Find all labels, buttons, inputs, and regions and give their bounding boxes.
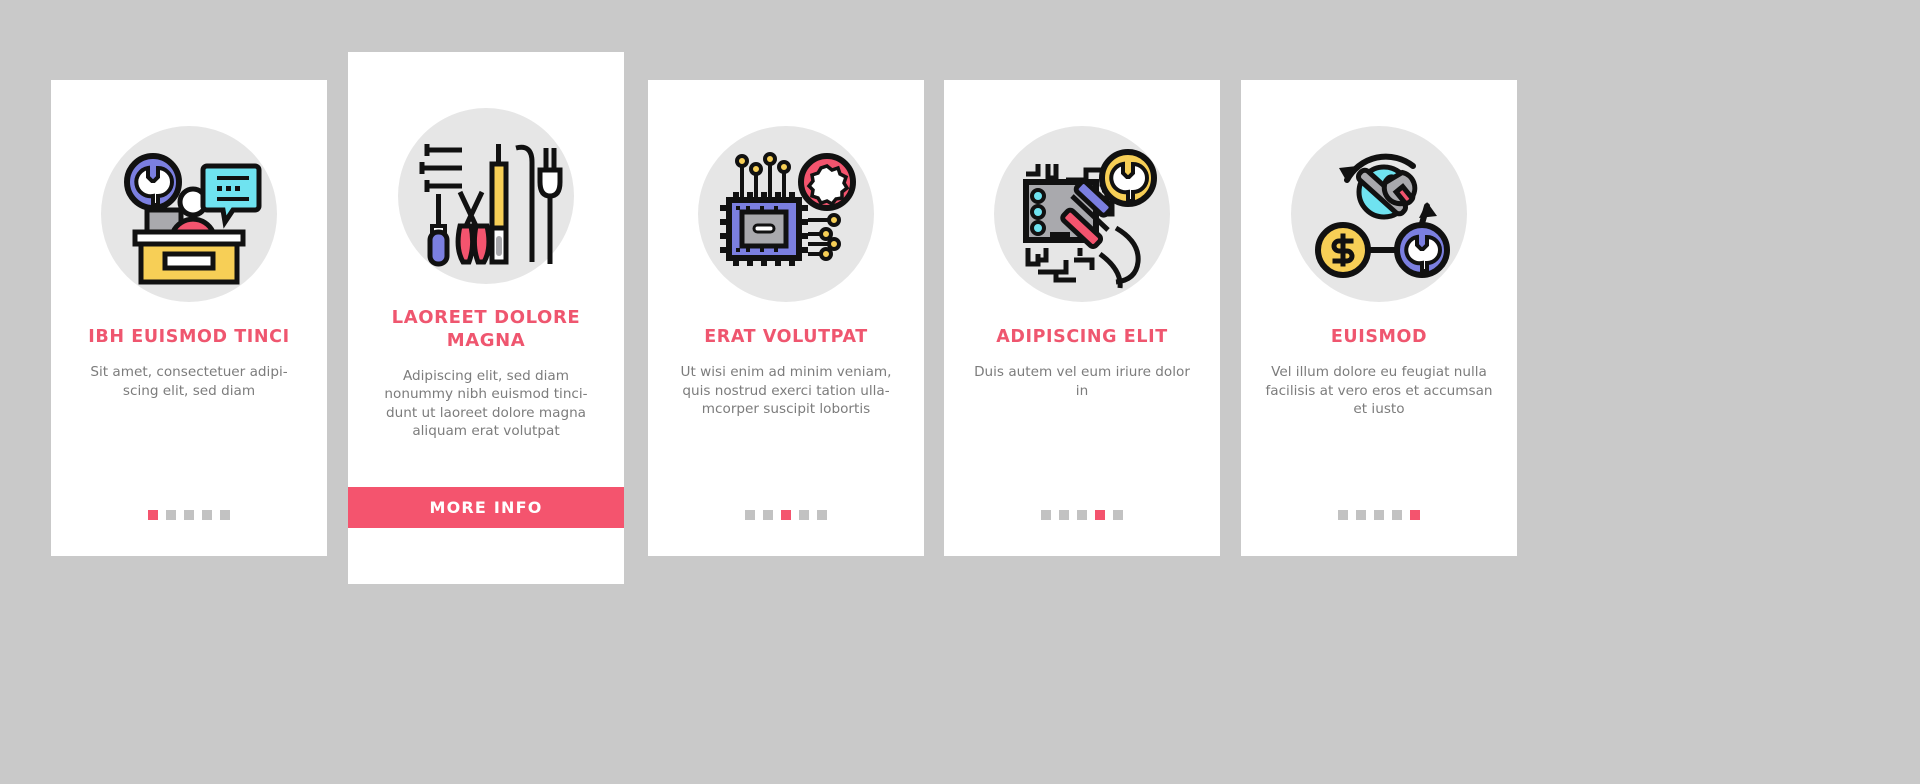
pagination-dot-5[interactable] [220, 510, 230, 520]
onboarding-screens-stage: IBH EUISMOD TINCI Sit amet, consectetuer… [0, 0, 1920, 784]
pagination-dot-2[interactable] [166, 510, 176, 520]
card-3-body: Ut wisi enim ad minim veniam, quis nostr… [680, 364, 892, 418]
microchip-circuit-icon [720, 152, 856, 266]
pagination-dot-3[interactable] [1077, 510, 1087, 520]
pagination-dot-4[interactable] [1392, 510, 1402, 520]
repair-cost-cycle-icon [1315, 153, 1450, 278]
pagination-dot-4[interactable] [799, 510, 809, 520]
pagination-dot-2[interactable] [1059, 510, 1069, 520]
service-desk-support-icon [124, 153, 262, 285]
card-1-illustration [101, 126, 277, 302]
card-2-illustration [398, 108, 574, 284]
card-1-body: Sit amet, consectetuer adipi-scing elit,… [90, 364, 288, 399]
card-3-pagination-dots[interactable] [648, 510, 924, 520]
onboarding-card-3[interactable]: ERAT VOLUTPAT Ut wisi enim ad minim veni… [648, 80, 924, 556]
pagination-dot-5[interactable] [1113, 510, 1123, 520]
pagination-dot-5[interactable] [817, 510, 827, 520]
card-1-pagination-dots[interactable] [51, 510, 327, 520]
card-4-body: Duis autem vel eum iriure dolor in [974, 364, 1190, 399]
card-5-illustration [1291, 126, 1467, 302]
card-5-body: Vel illum dolore eu feugiat nulla facili… [1265, 364, 1493, 418]
pagination-dot-1[interactable] [745, 510, 755, 520]
card-4-pagination-dots[interactable] [944, 510, 1220, 520]
card-4-title: ADIPISCING ELIT [996, 327, 1168, 347]
card-2-body: Adipiscing elit, sed diam nonummy nibh e… [384, 368, 588, 440]
card-5-pagination-dots[interactable] [1241, 510, 1517, 520]
pagination-dot-4[interactable] [202, 510, 212, 520]
pagination-dot-1[interactable] [148, 510, 158, 520]
pagination-dot-2[interactable] [1356, 510, 1366, 520]
pagination-dot-1[interactable] [1041, 510, 1051, 520]
more-info-button[interactable]: MORE INFO [348, 487, 624, 528]
pagination-dot-1[interactable] [1338, 510, 1348, 520]
pagination-dot-5[interactable] [1410, 510, 1420, 520]
card-3-title: ERAT VOLUTPAT [704, 327, 868, 347]
pagination-dot-2[interactable] [763, 510, 773, 520]
card-4-illustration [994, 126, 1170, 302]
onboarding-card-5[interactable]: EUISMOD Vel illum dolore eu feugiat null… [1241, 80, 1517, 556]
card-3-illustration [698, 126, 874, 302]
repair-tools-set-icon [419, 144, 563, 267]
pagination-dot-3[interactable] [184, 510, 194, 520]
motherboard-soldering-icon [1023, 149, 1157, 289]
card-2-title: LAOREET DOLORE MAGNA [391, 307, 581, 352]
onboarding-card-1[interactable]: IBH EUISMOD TINCI Sit amet, consectetuer… [51, 80, 327, 556]
card-1-title: IBH EUISMOD TINCI [88, 327, 290, 347]
onboarding-card-4[interactable]: ADIPISCING ELIT Duis autem vel eum iriur… [944, 80, 1220, 556]
onboarding-card-2[interactable]: LAOREET DOLORE MAGNA Adipiscing elit, se… [348, 52, 624, 584]
pagination-dot-3[interactable] [781, 510, 791, 520]
card-5-title: EUISMOD [1330, 327, 1428, 347]
pagination-dot-3[interactable] [1374, 510, 1384, 520]
pagination-dot-4[interactable] [1095, 510, 1105, 520]
